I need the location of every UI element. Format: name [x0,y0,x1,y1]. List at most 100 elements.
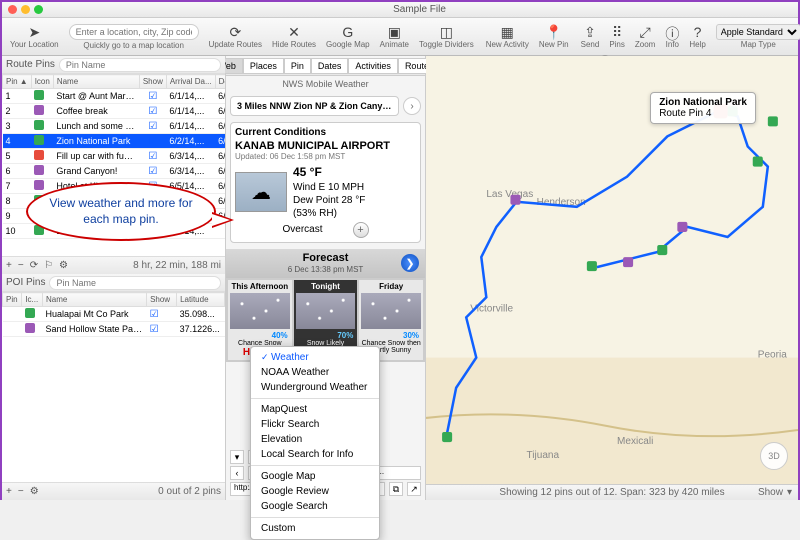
svg-text:Victorville: Victorville [470,303,513,314]
minimize-window-button[interactable] [21,5,30,14]
new-activity-button[interactable]: ▦New Activity [482,24,533,49]
info-button[interactable]: ⓘInfo [661,24,683,49]
url-open-button[interactable]: ↗ [407,482,421,496]
route-pane-footer: + − ⟳ ⚐ ⚙ 8 hr, 22 min, 188 mi [2,256,225,274]
menu-item-local-search-for-info[interactable]: Local Search for Info [251,447,379,462]
conditions-temp: 45 °F [293,165,322,179]
tab-places[interactable]: Places [243,58,284,74]
map-view[interactable]: Las Vegas Henderson Victorville Tijuana … [426,56,798,500]
google-icon: G [342,24,353,40]
poi-pins-title: POI Pins [6,277,45,288]
menu-item-flickr-search[interactable]: Flickr Search [251,417,379,432]
add-poi-button[interactable]: + [6,486,12,497]
reload-route-button[interactable]: ⟳ [30,260,38,271]
menu-item-custom[interactable]: Custom [251,521,379,536]
toggle-dividers-button[interactable]: ◫Toggle Dividers [415,24,478,49]
zoom-button[interactable]: ⤢Zoom [631,24,659,49]
animate-button[interactable]: ▣Animate [376,24,413,49]
forecast-next-button[interactable]: ❯ [401,254,419,272]
dividers-icon: ◫ [440,24,453,40]
table-row[interactable]: 1Start @ Aunt Mary's...☑6/1/14,...6/1... [3,89,226,104]
map-footer: Showing 12 pins out of 12. Span: 323 by … [426,484,798,500]
close-window-button[interactable] [8,5,17,14]
hide-routes-button[interactable]: ✕Hide Routes [268,24,320,49]
route-flag-button[interactable]: ⚐ [44,260,53,271]
current-conditions-box: Current Conditions KANAB MUNICIPAL AIRPO… [230,122,421,243]
location-search-input[interactable] [69,24,199,40]
menu-item-weather[interactable]: Weather [251,350,379,365]
zoom-window-button[interactable] [34,5,43,14]
menu-item-mapquest[interactable]: MapQuest [251,402,379,417]
add-route-pin-button[interactable]: + [6,260,12,271]
share-icon: ⇪ [584,24,596,40]
table-row[interactable]: 5Fill up car with fuel;...☑6/3/14,...6/3… [3,149,226,164]
map-show-toggle[interactable]: ▾ [787,487,792,498]
table-row[interactable]: Hualapai Mt Co Park☑35.098... [3,307,225,322]
svg-text:Tijuana: Tijuana [527,450,560,461]
google-map-button[interactable]: GGoogle Map [322,24,374,49]
conditions-updated: Updated: 06 Dec 1:58 pm MST [235,152,416,161]
map-pin-callout[interactable]: Zion National Park Route Pin 4 [650,92,756,124]
weather-location-pill[interactable]: 3 Miles NNW Zion NP & Zion Canyo... [230,96,399,116]
remove-route-pin-button[interactable]: − [18,260,24,271]
table-row[interactable]: Sand Hollow State Park - ...☑37.1226... [3,322,225,337]
remove-poi-button[interactable]: − [18,486,24,497]
route-action-button[interactable]: ⚙ [59,260,68,271]
url-prev-button[interactable]: ‹ [230,466,244,480]
poi-action-button[interactable]: ⚙ [30,486,39,497]
poi-pins-pane: POI Pins Pin Ic... Name Show Latitude Hu… [2,274,225,500]
poi-pins-table[interactable]: Pin Ic... Name Show Latitude Hualapai Mt… [2,292,225,337]
tab-dates[interactable]: Dates [311,58,349,74]
play-icon: ▣ [388,24,401,40]
location-arrow-icon: ➤ [28,24,40,40]
map-show-label: Show [758,487,783,498]
web-source-select[interactable]: ▾ [230,450,244,464]
web-source-menu[interactable]: WeatherNOAA WeatherWunderground Weather M… [250,346,380,540]
forecast-title: Forecast [303,252,349,264]
route-stats: 8 hr, 22 min, 188 mi [133,260,221,271]
tab-activities[interactable]: Activities [348,58,398,74]
poi-stats: 0 out of 2 pins [158,486,221,497]
window-title: Sample File [47,4,792,15]
update-routes-button[interactable]: ⟳Update Routes [205,24,266,49]
pins-button[interactable]: ⠿Pins [605,24,629,49]
route-pins-filter[interactable] [59,58,221,72]
your-location-button[interactable]: ➤Your Location [6,24,63,49]
menu-item-noaa-weather[interactable]: NOAA Weather [251,365,379,380]
table-row[interactable]: 6Grand Canyon!☑6/3/14,...6/5... [3,164,226,179]
menu-item-wunderground-weather[interactable]: Wunderground Weather [251,380,379,395]
svg-text:Las Vegas: Las Vegas [486,189,533,200]
zoom-icon: ⤢ [640,24,651,40]
table-row[interactable]: 3Lunch and some ga...☑6/1/14,...6/1... [3,119,226,134]
next-location-button[interactable]: › [403,97,421,115]
callout-title: Zion National Park [659,97,747,108]
map-type-select[interactable]: Apple Standard [716,24,800,40]
menu-item-google-review[interactable]: Google Review [251,484,379,499]
main-toolbar: ➤Your Location Quickly go to a map locat… [2,18,798,56]
table-row[interactable]: 4Zion National Park☑6/2/14,...6/3... [3,134,226,149]
help-button[interactable]: ?Help [685,24,709,49]
menu-item-elevation[interactable]: Elevation [251,432,379,447]
table-row[interactable]: 2Coffee break☑6/1/14,...6/1... [3,104,226,119]
url-copy-button[interactable]: ⧉ [389,482,403,496]
forecast-header: Forecast 6 Dec 13:38 pm MST ❯ [226,249,425,278]
add-conditions-button[interactable]: + [353,222,369,238]
conditions-heading: Current Conditions [235,127,416,138]
svg-text:Mexicali: Mexicali [617,436,653,447]
tab-pin[interactable]: Pin [284,58,311,74]
map-footer-stats: Showing 12 pins out of 12. Span: 323 by … [499,487,724,498]
send-button[interactable]: ⇪Send [577,24,604,49]
new-pin-button[interactable]: 📍New Pin [535,24,573,49]
route-pins-pane: Route Pins Pin ▲ Icon Name Show Arrival … [2,56,225,274]
calendar-icon: ▦ [501,24,514,40]
left-sidebar: Route Pins Pin ▲ Icon Name Show Arrival … [2,56,226,500]
map-3d-button[interactable]: 3D [760,442,788,470]
map-type-select-wrap: Apple Standard Map Type [712,24,800,49]
poi-pins-filter[interactable] [49,276,221,290]
menu-item-google-search[interactable]: Google Search [251,499,379,514]
tutorial-callout: View weather and more for each map pin. [26,182,216,241]
menu-item-google-map[interactable]: Google Map [251,469,379,484]
conditions-rh: (53% RH) [293,208,337,219]
svg-text:Peoria: Peoria [758,350,787,361]
refresh-icon: ⟳ [229,24,241,40]
